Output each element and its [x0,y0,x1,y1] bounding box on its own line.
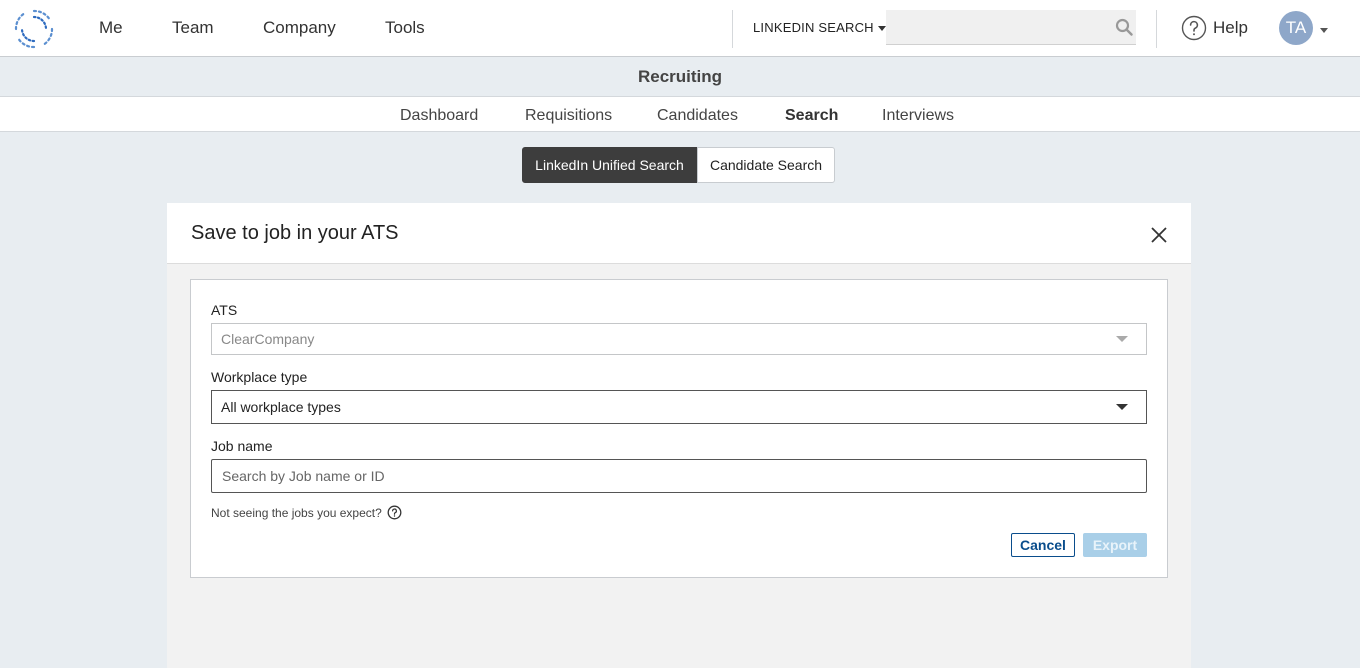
chevron-down-icon [877,26,886,32]
panel-header: Save to job in your ATS [167,203,1191,264]
search-input[interactable] [890,14,1100,40]
panel-title: Save to job in your ATS [191,222,399,244]
search-icon[interactable] [1115,18,1133,36]
tab-requisitions[interactable]: Requisitions [525,107,612,125]
ats-select: ClearCompany [211,323,1147,355]
tab-dashboard[interactable]: Dashboard [400,107,478,125]
tab-interviews[interactable]: Interviews [882,107,954,125]
nav-link-me[interactable]: Me [99,18,123,38]
chevron-down-icon [1116,336,1128,342]
nav-link-tools[interactable]: Tools [385,18,425,38]
tab-search[interactable]: Search [785,107,838,125]
export-button[interactable]: Export [1083,533,1147,557]
workplace-type-value: All workplace types [221,399,341,415]
avatar[interactable]: TA [1279,11,1313,45]
candidate-search-toggle[interactable]: Candidate Search [697,147,835,183]
search-scope-label: LINKEDIN SEARCH [753,20,874,35]
help-circle-icon [1181,15,1207,41]
sub-navigation: Dashboard Requisitions Candidates Search… [0,97,1360,132]
workplace-type-label: Workplace type [211,369,308,385]
nav-link-company[interactable]: Company [263,18,336,38]
top-navigation-bar: Me Team Company Tools LINKEDIN SEARCH He… [0,0,1360,57]
linkedin-unified-search-toggle[interactable]: LinkedIn Unified Search [522,147,697,183]
tab-candidates[interactable]: Candidates [657,107,738,125]
chevron-down-icon[interactable] [1320,28,1328,33]
jobs-hint: Not seeing the jobs you expect? [211,505,402,520]
help-label: Help [1213,18,1248,37]
chevron-down-icon [1116,404,1128,410]
page-title: Recruiting [637,67,723,86]
jobs-hint-text: Not seeing the jobs you expect? [211,505,382,520]
nav-divider [732,10,733,48]
search-scope-dropdown[interactable]: LINKEDIN SEARCH [753,20,886,35]
ats-select-value: ClearCompany [221,331,315,347]
cancel-button[interactable]: Cancel [1011,533,1075,557]
help-circle-icon[interactable] [387,505,402,520]
company-logo-icon[interactable] [13,8,55,50]
ats-label: ATS [211,302,238,318]
nav-link-team[interactable]: Team [172,18,214,38]
job-name-input[interactable] [211,459,1147,493]
workplace-type-select[interactable]: All workplace types [211,390,1147,424]
close-icon[interactable] [1149,225,1169,245]
job-name-label: Job name [211,438,273,454]
nav-divider [1156,10,1157,48]
help-button[interactable]: Help [1181,15,1248,41]
app-title-bar: Recruiting [0,57,1360,97]
